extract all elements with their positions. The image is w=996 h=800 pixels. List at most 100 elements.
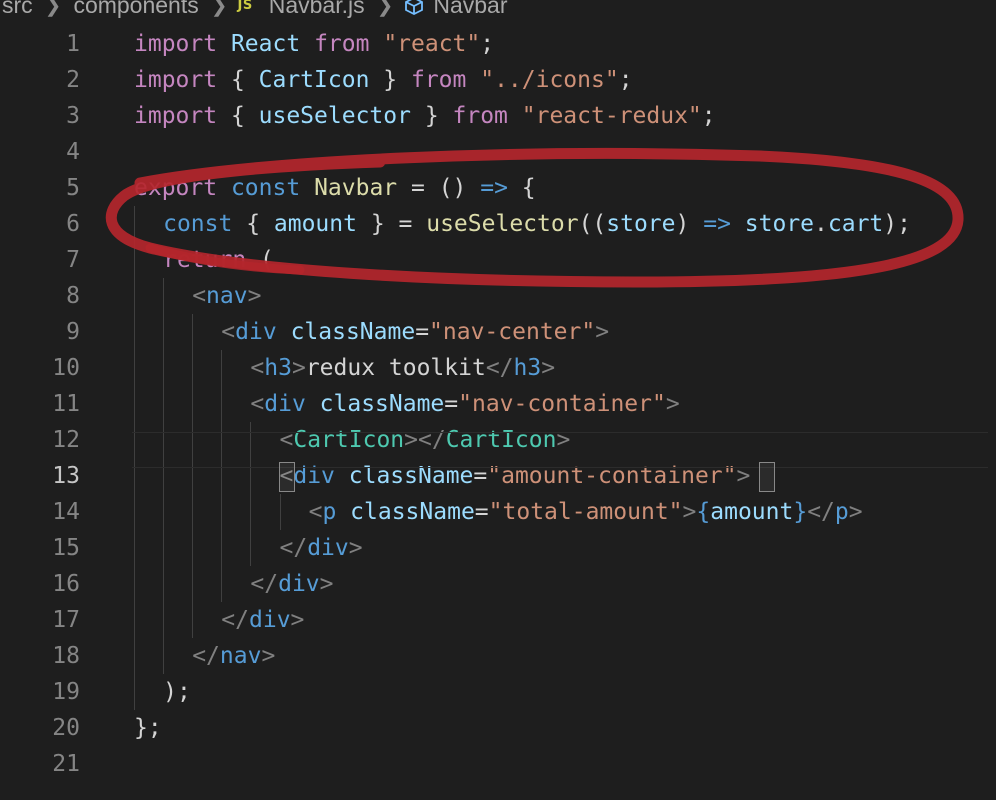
code-token: Navbar	[314, 175, 398, 201]
indent-guide	[250, 530, 252, 566]
line-number: 2	[66, 67, 80, 93]
javascript-file-icon: JS	[237, 0, 253, 13]
code-line[interactable]: 9 <div className="nav-center">	[0, 314, 996, 350]
indent-guide	[250, 494, 252, 530]
indent-guide	[163, 350, 165, 386]
code-content[interactable]: import { CartIcon } from "../icons";	[134, 62, 633, 98]
indent-guide	[134, 278, 135, 314]
symbol-cube-icon	[403, 0, 425, 16]
indent-guide	[221, 530, 223, 566]
code-line[interactable]: 19);	[0, 674, 996, 710]
line-number: 6	[66, 211, 80, 237]
code-content[interactable]: <p className="total-amount">{amount}</p>	[309, 494, 863, 530]
code-line[interactable]: 13 <div className="amount-container">	[0, 458, 996, 494]
code-token: div	[249, 607, 291, 633]
code-line[interactable]: 12 <CartIcon></CartIcon>	[0, 422, 996, 458]
line-number: 10	[52, 355, 80, 381]
code-content[interactable]: return (	[163, 242, 274, 278]
line-number: 19	[52, 679, 80, 705]
code-line[interactable]: 8 <nav>	[0, 278, 996, 314]
code-line[interactable]: 3 import { useSelector } from "react-redu…	[0, 98, 996, 134]
line-number: 16	[52, 571, 80, 597]
code-token: <	[192, 283, 207, 309]
code-token: );	[883, 211, 911, 237]
code-content[interactable]: import { useSelector } from "react-redux…	[134, 98, 716, 134]
indent-guide	[134, 530, 135, 566]
code-content[interactable]: import React from "react";	[134, 26, 494, 62]
code-line[interactable]: 21	[0, 746, 996, 782]
code-content[interactable]: <div className="amount-container">	[280, 458, 751, 494]
line-number: 5	[66, 175, 80, 201]
code-line[interactable]: 18 </nav>	[0, 638, 996, 674]
code-token: from	[410, 67, 467, 93]
code-content[interactable]: );	[163, 674, 191, 710]
indent-guide	[163, 422, 165, 458]
code-token: ></	[404, 427, 446, 453]
code-line[interactable]: 10 <h3>redux toolkit</h3>	[0, 350, 996, 386]
code-content[interactable]: <nav>	[192, 278, 261, 314]
code-token: className	[350, 499, 475, 525]
code-content[interactable]: <CartIcon></CartIcon>	[280, 422, 571, 458]
code-token: {	[232, 211, 274, 237]
chevron-right-icon: ❯	[210, 0, 228, 17]
code-content[interactable]: </div>	[280, 530, 363, 566]
code-content[interactable]: <div className="nav-center">	[221, 314, 609, 350]
indent-guide	[134, 422, 135, 458]
code-line[interactable]: 16 </div>	[0, 566, 996, 602]
indent-guide	[134, 242, 135, 278]
code-token: redux toolkit	[305, 355, 486, 381]
code-token: div	[264, 391, 306, 417]
code-token: }	[369, 67, 411, 93]
breadcrumb-folder-src[interactable]: src	[0, 0, 35, 19]
code-content[interactable]: </nav>	[192, 638, 275, 674]
code-token: ;	[618, 67, 633, 93]
code-content[interactable]: <h3>redux toolkit</h3>	[250, 350, 555, 386]
code-token: )	[675, 211, 704, 237]
code-line[interactable]: 7 return (	[0, 242, 996, 278]
breadcrumb-file[interactable]: Navbar.js	[267, 0, 367, 19]
breadcrumb-folder-components[interactable]: components	[71, 0, 200, 19]
indent-guide	[163, 386, 165, 422]
indent-guide	[134, 638, 135, 674]
code-token: const	[230, 175, 301, 201]
line-number: 21	[52, 751, 80, 777]
code-token: cart	[827, 211, 884, 237]
code-area[interactable]: 1 import React from "react"; 2 import { Car…	[0, 26, 996, 782]
indent-guide	[134, 494, 135, 530]
code-content[interactable]: const { amount } = useSelector((store) =…	[163, 206, 911, 242]
code-line[interactable]: 4	[0, 134, 996, 170]
code-line[interactable]: 11 <div className="nav-container">	[0, 386, 996, 422]
indent-guide	[163, 602, 165, 638]
code-content[interactable]: <div className="nav-container">	[250, 386, 679, 422]
code-content[interactable]: };	[134, 710, 162, 746]
code-content[interactable]: </div>	[221, 602, 304, 638]
code-token: useSelector	[258, 103, 411, 129]
code-line[interactable]: 17 </div>	[0, 602, 996, 638]
code-token: </	[485, 355, 514, 381]
code-token: >	[290, 607, 305, 633]
code-line[interactable]: 2 import { CartIcon } from "../icons";	[0, 62, 996, 98]
indent-guide	[192, 602, 194, 638]
code-line[interactable]: 14 <p className="total-amount">{amount}</…	[0, 494, 996, 530]
code-line[interactable]: 15 </div>	[0, 530, 996, 566]
code-token: store	[744, 211, 815, 237]
code-line[interactable]: 5 export const Navbar = () => {	[0, 170, 996, 206]
breadcrumb-symbol[interactable]: Navbar	[431, 0, 509, 19]
indent-guide	[192, 350, 194, 386]
code-editor[interactable]: src ❯ components ❯ JS Navbar.js ❯ Navbar…	[0, 0, 996, 800]
indent-guide	[192, 566, 194, 602]
code-content[interactable]: </div>	[250, 566, 333, 602]
code-line[interactable]: 20};	[0, 710, 996, 746]
code-token: = ()	[397, 175, 481, 201]
indent-guide	[163, 494, 165, 530]
line-number: 11	[52, 391, 80, 417]
code-token: import	[134, 31, 218, 57]
code-token: <	[279, 463, 294, 489]
code-token: <	[221, 319, 236, 345]
code-content[interactable]: export const Navbar = () => {	[134, 170, 536, 206]
code-line[interactable]: 6 const { amount } = useSelector((store) …	[0, 206, 996, 242]
code-line[interactable]: 1 import React from "react";	[0, 26, 996, 62]
indent-guide	[250, 458, 252, 494]
